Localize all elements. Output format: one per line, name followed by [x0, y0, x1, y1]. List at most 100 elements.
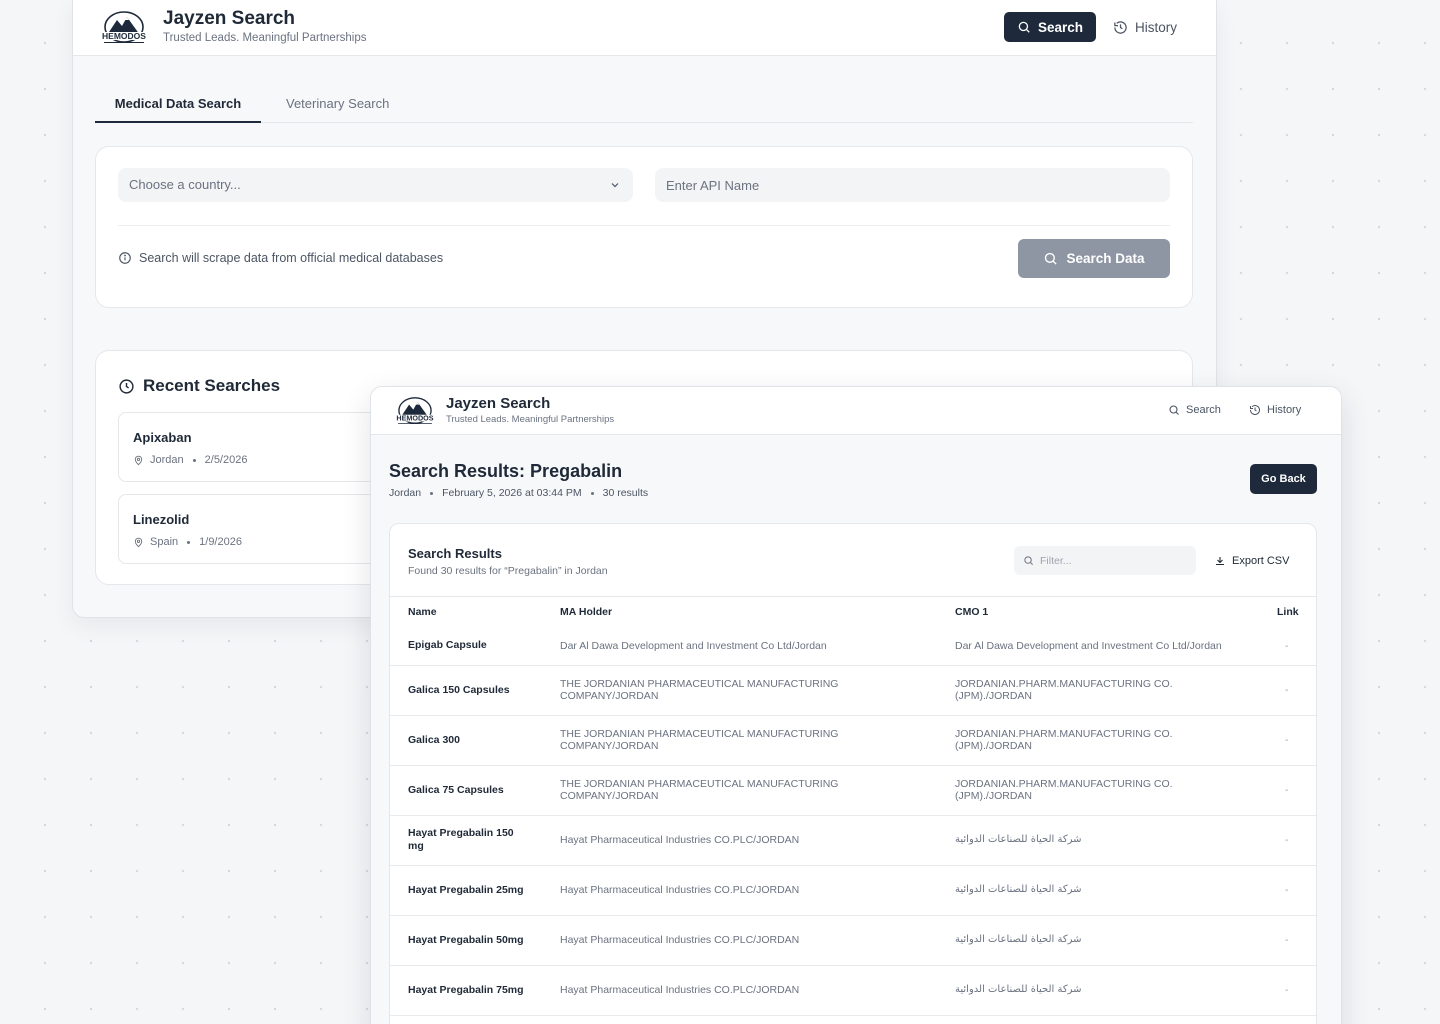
search-data-button[interactable]: Search Data — [1018, 239, 1170, 278]
nav-search-label: Search — [1186, 404, 1221, 416]
cell-link: - — [1277, 815, 1316, 866]
recent-search-date: 1/9/2026 — [199, 536, 242, 548]
table-row[interactable]: Epigab Capsule Dar Al Dawa Development a… — [390, 627, 1316, 666]
download-icon — [1214, 555, 1226, 567]
cell-cmo: شركة الحياة للصناعات الدوائية — [955, 965, 1277, 1016]
cell-cmo: شركة الحياة للصناعات الدوائية — [955, 865, 1277, 916]
app-tagline: Trusted Leads. Meaningful Partnerships — [163, 32, 367, 44]
history-icon — [1249, 404, 1261, 416]
cell-ma-holder: THE JORDANIAN PHARMACEUTICAL MANUFACTURI… — [560, 765, 955, 816]
export-csv-button[interactable]: Export CSV — [1214, 546, 1289, 575]
cell-cmo: JORDANIAN.PHARM.MANUFACTURING CO.(JPM)./… — [955, 765, 1277, 816]
clock-icon — [118, 378, 135, 395]
filter-placeholder: Filter... — [1040, 554, 1072, 567]
separator-dot — [192, 458, 196, 462]
cell-ma-holder: Hayat Pharmaceutical Industries CO.PLC/J… — [560, 915, 955, 966]
search-data-label: Search Data — [1066, 251, 1145, 266]
cell-ma-holder: Dar Al Dawa Development and Investment C… — [560, 627, 955, 666]
recent-search-country: Jordan — [150, 454, 184, 466]
info-text: Search will scrape data from official me… — [139, 251, 444, 265]
results-window: HEMODOS Jayzen Search Trusted Leads. Mea… — [370, 386, 1342, 1024]
cell-link: - — [1277, 627, 1316, 666]
cell-name: Galica 300 — [390, 715, 560, 766]
brand-logo: HEMODOS — [98, 9, 150, 45]
cell-link: - — [1277, 665, 1316, 716]
results-card-title: Search Results — [408, 546, 502, 561]
cell-link: - — [1277, 765, 1316, 816]
go-back-button[interactable]: Go Back — [1250, 464, 1317, 494]
table-row[interactable]: Hayat Pregabalin 150 mg Hayat Pharmaceut… — [390, 815, 1316, 866]
table-header-row: Name MA Holder CMO 1 Link — [390, 597, 1316, 627]
results-table: Name MA Holder CMO 1 Link Epigab Capsule… — [390, 597, 1316, 1016]
info-icon — [118, 251, 132, 265]
separator-dot — [187, 540, 191, 544]
cell-link: - — [1277, 865, 1316, 916]
results-count: 30 results — [602, 487, 649, 499]
search-icon — [1168, 404, 1180, 416]
separator-dot — [590, 491, 594, 495]
cell-link: - — [1277, 915, 1316, 966]
recent-search-country: Spain — [150, 536, 179, 548]
brand-logo: HEMODOS — [393, 395, 437, 426]
svg-text:HEMODOS: HEMODOS — [102, 31, 146, 41]
column-header-link[interactable]: Link — [1277, 597, 1316, 627]
cell-cmo: شركة الحياة للصناعات الدوائية — [955, 815, 1277, 866]
app-title: Jayzen Search — [446, 395, 551, 412]
svg-text:HEMODOS: HEMODOS — [396, 414, 433, 423]
table-row[interactable]: Hayat Pregabalin 25mg Hayat Pharmaceutic… — [390, 865, 1316, 916]
table-row[interactable]: Hayat Pregabalin 75mg Hayat Pharmaceutic… — [390, 965, 1316, 1016]
cell-cmo: شركة الحياة للصناعات الدوائية — [955, 915, 1277, 966]
results-meta: Jordan February 5, 2026 at 03:44 PM 30 r… — [389, 487, 648, 499]
country-select[interactable]: Choose a country... — [118, 168, 633, 202]
page-title: Search Results: Pregabalin — [389, 461, 623, 481]
tab-medical-data-search[interactable]: Medical Data Search — [95, 96, 261, 123]
nav-history-button[interactable]: History — [1113, 12, 1177, 42]
cell-name: Galica 75 Capsules — [390, 765, 560, 816]
recent-search-date: 2/5/2026 — [204, 454, 248, 466]
nav-search-button[interactable]: Search — [1004, 12, 1096, 42]
cell-ma-holder: THE JORDANIAN PHARMACEUTICAL MANUFACTURI… — [560, 715, 955, 766]
app-tagline: Trusted Leads. Meaningful Partnerships — [446, 414, 615, 425]
table-row[interactable]: Galica 300 THE JORDANIAN PHARMACEUTICAL … — [390, 715, 1316, 766]
cell-link: - — [1277, 965, 1316, 1016]
search-tabs: Medical Data Search Veterinary Search — [95, 96, 1193, 123]
column-header-cmo[interactable]: CMO 1 — [955, 597, 1277, 627]
tab-veterinary-search[interactable]: Veterinary Search — [286, 96, 389, 123]
cell-ma-holder: Hayat Pharmaceutical Industries CO.PLC/J… — [560, 815, 955, 866]
chevron-down-icon — [609, 179, 621, 191]
cell-name: Hayat Pregabalin 75mg — [390, 965, 560, 1016]
results-country: Jordan — [389, 487, 422, 499]
cell-ma-holder: Hayat Pharmaceutical Industries CO.PLC/J… — [560, 865, 955, 916]
cell-name: Hayat Pregabalin 150 mg — [390, 815, 560, 866]
column-header-ma-holder[interactable]: MA Holder — [560, 597, 955, 627]
cell-ma-holder: Hayat Pharmaceutical Industries CO.PLC/J… — [560, 965, 955, 1016]
nav-search-button[interactable]: Search — [1168, 404, 1221, 416]
recent-searches-title: Recent Searches — [143, 376, 281, 395]
cell-name: Epigab Capsule — [390, 627, 560, 666]
nav-history-button[interactable]: History — [1249, 404, 1301, 416]
table-row[interactable]: Hayat Pregabalin 50mg Hayat Pharmaceutic… — [390, 915, 1316, 966]
results-card-subtitle: Found 30 results for “Pregabalin” in Jor… — [408, 565, 608, 577]
export-csv-label: Export CSV — [1232, 554, 1290, 567]
table-row[interactable]: Galica 75 Capsules THE JORDANIAN PHARMAC… — [390, 765, 1316, 816]
app-header: HEMODOS Jayzen Search Trusted Leads. Mea… — [371, 387, 1341, 435]
cell-ma-holder: THE JORDANIAN PHARMACEUTICAL MANUFACTURI… — [560, 665, 955, 716]
search-icon — [1023, 555, 1034, 566]
table-row[interactable]: Galica 150 Capsules THE JORDANIAN PHARMA… — [390, 665, 1316, 716]
cell-name: Hayat Pregabalin 50mg — [390, 915, 560, 966]
search-icon — [1043, 251, 1058, 266]
recent-searches-heading: Recent Searches — [118, 376, 280, 396]
cell-name: Galica 150 Capsules — [390, 665, 560, 716]
country-select-placeholder: Choose a country... — [129, 177, 241, 192]
api-name-input[interactable] — [655, 168, 1170, 202]
filter-input[interactable]: Filter... — [1014, 546, 1196, 575]
cell-cmo: Dar Al Dawa Development and Investment C… — [955, 627, 1277, 666]
column-header-name[interactable]: Name — [390, 597, 560, 627]
cell-cmo: JORDANIAN.PHARM.MANUFACTURING CO.(JPM)./… — [955, 715, 1277, 766]
search-form-card: Choose a country... Search will scrape d… — [95, 146, 1193, 308]
cell-link: - — [1277, 715, 1316, 766]
nav-search-label: Search — [1037, 19, 1084, 35]
search-info: Search will scrape data from official me… — [118, 251, 443, 265]
map-pin-icon — [133, 455, 144, 466]
recent-search-name: Linezolid — [133, 512, 190, 527]
